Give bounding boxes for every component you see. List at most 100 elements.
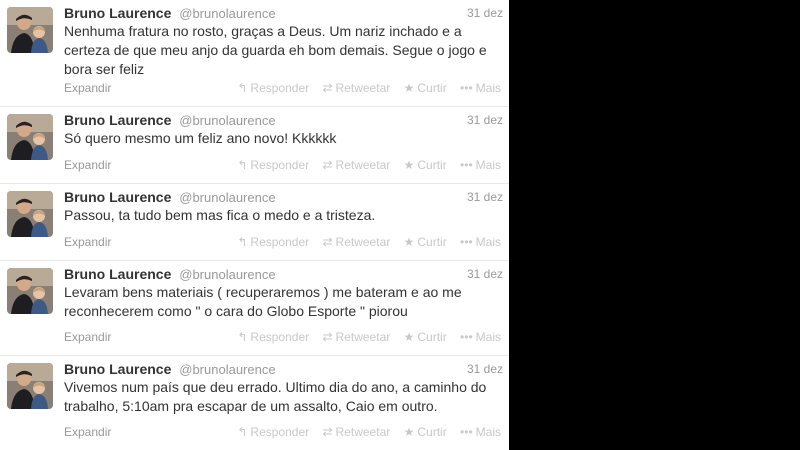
- tweet-header: Bruno Laurence @brunolaurence 31 dez: [64, 360, 503, 378]
- more-button[interactable]: ••• Mais: [460, 425, 501, 439]
- expand-link[interactable]: Expandir: [64, 80, 111, 96]
- like-button[interactable]: ★ Curtir: [404, 330, 447, 344]
- expand-link[interactable]: Expandir: [64, 329, 111, 345]
- retweet-icon: ⇄: [322, 235, 333, 249]
- avatar[interactable]: [7, 191, 53, 237]
- expand-link[interactable]: Expandir: [64, 157, 111, 173]
- avatar[interactable]: [7, 7, 53, 53]
- tweet-text-line: Só quero mesmo um feliz ano novo! Kkkkkk: [64, 130, 337, 146]
- like-button[interactable]: ★ Curtir: [404, 81, 447, 95]
- retweet-button[interactable]: ⇄ Retweetar: [322, 158, 390, 172]
- reply-button[interactable]: ↰ Responder: [237, 425, 309, 439]
- reply-button[interactable]: ↰ Responder: [237, 81, 309, 95]
- reply-label: Responder: [250, 158, 310, 172]
- author-handle[interactable]: @brunolaurence: [179, 362, 275, 377]
- star-icon: ★: [403, 235, 415, 249]
- reply-label: Responder: [250, 330, 310, 344]
- tweet-text-line: certeza de que meu anjo da guarda eh bom…: [64, 42, 487, 58]
- avatar[interactable]: [7, 268, 53, 314]
- tweet-text-line: Vivemos num país que deu errado. Ultimo …: [64, 379, 487, 395]
- more-label: Mais: [475, 81, 501, 95]
- tweet-item[interactable]: Bruno Laurence @brunolaurence 31 dez Nen…: [0, 0, 509, 107]
- more-button[interactable]: ••• Mais: [460, 235, 501, 249]
- tweet-text: Vivemos num país que deu errado. Ultimo …: [64, 378, 504, 416]
- retweet-icon: ⇄: [322, 81, 333, 95]
- tweet-date[interactable]: 31 dez: [467, 188, 503, 206]
- more-dots-icon: •••: [460, 158, 473, 172]
- tweet-text-line: Passou, ta tudo bem mas fica o medo e a …: [64, 207, 376, 223]
- tweet-footer: Expandir ↰ Responder ⇄ Retweetar ★ Curtir •…: [64, 424, 501, 440]
- tweet-text-line: bora ser feliz: [64, 61, 145, 77]
- tweet-actions: ↰ Responder ⇄ Retweetar ★ Curtir ••• Mais: [227, 80, 501, 96]
- tweet-text-line: trabalho, 5:10am pra escapar de um assal…: [64, 398, 438, 414]
- more-dots-icon: •••: [460, 235, 473, 249]
- more-button[interactable]: ••• Mais: [460, 81, 501, 95]
- more-label: Mais: [475, 158, 501, 172]
- tweet-footer: Expandir ↰ Responder ⇄ Retweetar ★ Curtir •…: [64, 329, 501, 345]
- tweet-actions: ↰ Responder ⇄ Retweetar ★ Curtir ••• Mais: [227, 329, 501, 345]
- retweet-label: Retweetar: [335, 425, 391, 439]
- expand-link[interactable]: Expandir: [64, 424, 111, 440]
- reply-arrow-icon: ↰: [237, 158, 248, 172]
- more-button[interactable]: ••• Mais: [460, 330, 501, 344]
- reply-arrow-icon: ↰: [237, 81, 248, 95]
- retweet-button[interactable]: ⇄ Retweetar: [322, 81, 390, 95]
- tweet-actions: ↰ Responder ⇄ Retweetar ★ Curtir ••• Mais: [227, 424, 501, 440]
- more-label: Mais: [475, 425, 501, 439]
- tweet-item[interactable]: Bruno Laurence @brunolaurence 31 dez Só …: [0, 107, 509, 184]
- author-name[interactable]: Bruno Laurence: [64, 189, 171, 205]
- tweet-text-line: Nenhuma fratura no rosto, graças a Deus.…: [64, 23, 462, 39]
- retweet-button[interactable]: ⇄ Retweetar: [322, 235, 390, 249]
- author-name[interactable]: Bruno Laurence: [64, 112, 171, 128]
- like-button[interactable]: ★ Curtir: [404, 235, 447, 249]
- retweet-button[interactable]: ⇄ Retweetar: [322, 425, 390, 439]
- more-button[interactable]: ••• Mais: [460, 158, 501, 172]
- tweet-text-line: Levaram bens materiais ( recuperaremos )…: [64, 284, 462, 300]
- tweet-date[interactable]: 31 dez: [467, 360, 503, 378]
- like-button[interactable]: ★ Curtir: [404, 425, 447, 439]
- reply-button[interactable]: ↰ Responder: [237, 330, 309, 344]
- author-handle[interactable]: @brunolaurence: [179, 113, 275, 128]
- tweet-header: Bruno Laurence @brunolaurence 31 dez: [64, 4, 503, 22]
- tweet-footer: Expandir ↰ Responder ⇄ Retweetar ★ Curtir •…: [64, 157, 501, 173]
- like-label: Curtir: [417, 425, 447, 439]
- avatar[interactable]: [7, 114, 53, 160]
- reply-arrow-icon: ↰: [237, 330, 248, 344]
- tweet-item[interactable]: Bruno Laurence @brunolaurence 31 dez Pas…: [0, 184, 509, 261]
- star-icon: ★: [403, 425, 415, 439]
- reply-label: Responder: [250, 425, 310, 439]
- tweet-date[interactable]: 31 dez: [467, 265, 503, 283]
- reply-button[interactable]: ↰ Responder: [237, 158, 309, 172]
- like-button[interactable]: ★ Curtir: [404, 158, 447, 172]
- avatar[interactable]: [7, 363, 53, 409]
- tweet-footer: Expandir ↰ Responder ⇄ Retweetar ★ Curtir •…: [64, 80, 501, 96]
- tweet-text: Nenhuma fratura no rosto, graças a Deus.…: [64, 22, 504, 79]
- tweet-header: Bruno Laurence @brunolaurence 31 dez: [64, 111, 503, 129]
- star-icon: ★: [403, 330, 415, 344]
- tweet-text: Levaram bens materiais ( recuperaremos )…: [64, 283, 504, 321]
- tweet-date[interactable]: 31 dez: [467, 111, 503, 129]
- tweet-header: Bruno Laurence @brunolaurence 31 dez: [64, 265, 503, 283]
- author-name[interactable]: Bruno Laurence: [64, 361, 171, 377]
- expand-link[interactable]: Expandir: [64, 234, 111, 250]
- author-name[interactable]: Bruno Laurence: [64, 5, 171, 21]
- tweet-text: Só quero mesmo um feliz ano novo! Kkkkkk: [64, 129, 504, 148]
- author-name[interactable]: Bruno Laurence: [64, 266, 171, 282]
- tweet-timeline: Bruno Laurence @brunolaurence 31 dez Nen…: [0, 0, 509, 450]
- retweet-button[interactable]: ⇄ Retweetar: [322, 330, 390, 344]
- reply-arrow-icon: ↰: [237, 235, 248, 249]
- retweet-icon: ⇄: [322, 158, 333, 172]
- author-handle[interactable]: @brunolaurence: [179, 267, 275, 282]
- reply-button[interactable]: ↰ Responder: [237, 235, 309, 249]
- more-label: Mais: [475, 330, 501, 344]
- tweet-item[interactable]: Bruno Laurence @brunolaurence 31 dez Viv…: [0, 356, 509, 450]
- tweet-footer: Expandir ↰ Responder ⇄ Retweetar ★ Curtir •…: [64, 234, 501, 250]
- retweet-label: Retweetar: [335, 235, 391, 249]
- author-handle[interactable]: @brunolaurence: [179, 190, 275, 205]
- author-handle[interactable]: @brunolaurence: [179, 6, 275, 21]
- more-dots-icon: •••: [460, 330, 473, 344]
- tweet-date[interactable]: 31 dez: [467, 4, 503, 22]
- tweet-actions: ↰ Responder ⇄ Retweetar ★ Curtir ••• Mais: [227, 234, 501, 250]
- tweet-item[interactable]: Bruno Laurence @brunolaurence 31 dez Lev…: [0, 261, 509, 356]
- like-label: Curtir: [417, 235, 447, 249]
